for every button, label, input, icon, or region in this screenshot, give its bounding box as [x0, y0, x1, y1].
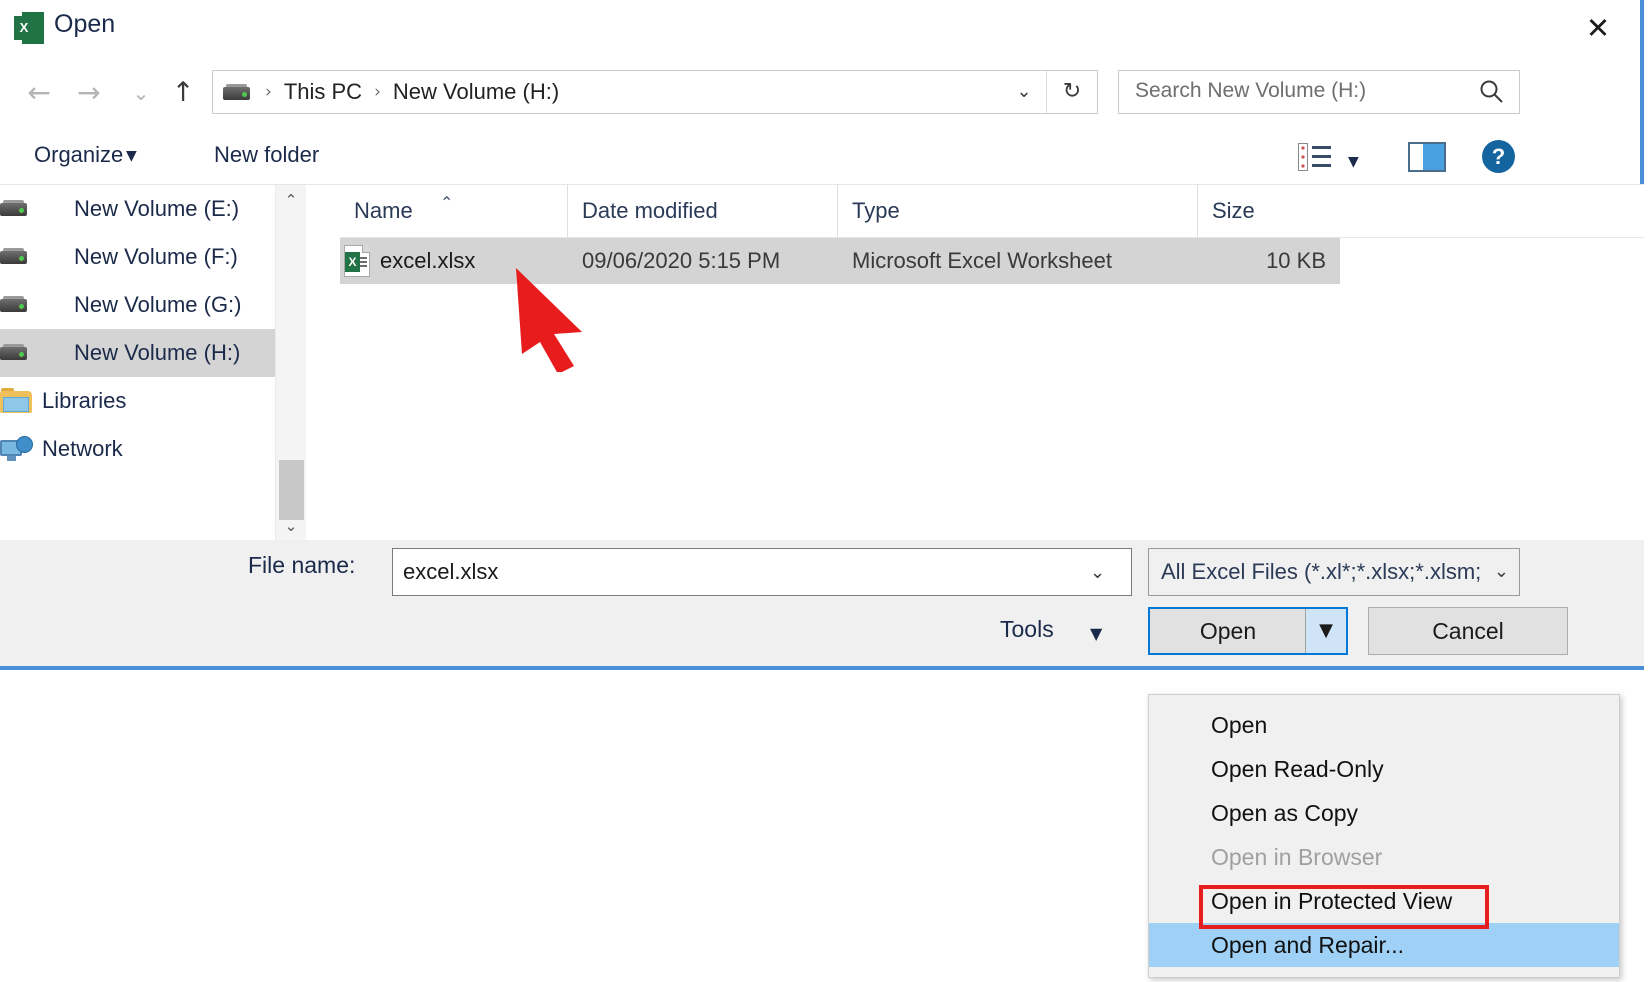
menu-item-open-read-only[interactable]: Open Read-Only — [1149, 747, 1619, 791]
open-button[interactable]: Open ▼ — [1148, 607, 1348, 655]
file-name-cell: X excel.xlsx — [340, 245, 568, 277]
sidebar-item-label: Libraries — [42, 388, 126, 414]
drive-icon — [0, 244, 34, 270]
sidebar-item-label: Network — [42, 436, 123, 462]
sidebar-item-network[interactable]: Network — [0, 425, 306, 473]
open-button-label: Open — [1150, 609, 1306, 653]
open-file-dialog: X Open ✕ ← → ⌄ ↑ › This PC › New Volume … — [0, 0, 1644, 670]
sidebar-item-new-volume-f[interactable]: New Volume (F:) — [0, 233, 306, 281]
navigation-sidebar: New Volume (E:) New Volume (F:) New Volu… — [0, 185, 306, 541]
sidebar-item-label: New Volume (E:) — [74, 196, 239, 222]
chevron-down-icon[interactable]: ⌄ — [1090, 562, 1105, 583]
organize-button[interactable]: Organize — [28, 136, 129, 174]
excel-icon: X — [14, 12, 44, 44]
dialog-title-bar: X Open ✕ — [0, 0, 1640, 58]
menu-item-open-and-repair[interactable]: Open and Repair... — [1149, 923, 1619, 967]
network-icon — [0, 436, 34, 462]
breadcrumb-separator: › — [256, 82, 281, 102]
column-headers: Name ⌃ Date modified Type Size — [340, 185, 1644, 238]
dialog-toolbar: Organize ▼ New folder — [0, 126, 1640, 184]
breadcrumb-this-pc[interactable]: This PC — [281, 79, 365, 105]
scroll-down-icon[interactable]: ⌄ — [276, 511, 306, 541]
recent-locations-icon[interactable]: ⌄ — [118, 70, 164, 116]
refresh-icon[interactable]: ↻ — [1046, 71, 1097, 113]
file-name-label: excel.xlsx — [380, 248, 475, 274]
search-input[interactable]: Search New Volume (H:) — [1118, 70, 1520, 114]
drive-icon — [0, 340, 34, 366]
folder-icon — [0, 388, 34, 414]
menu-item-open-in-browser: Open in Browser — [1149, 835, 1619, 879]
search-icon[interactable] — [1477, 77, 1507, 107]
sidebar-scrollbar[interactable]: ⌃ ⌄ — [275, 185, 306, 541]
breadcrumb-separator: › — [365, 82, 390, 102]
file-name-input[interactable] — [392, 548, 1132, 596]
dialog-footer: File name: ⌄ All Excel Files (*.xl*;*.xl… — [0, 540, 1644, 666]
xlsx-file-icon: X — [344, 245, 370, 277]
file-size-cell: 10 KB — [1198, 248, 1340, 274]
chevron-down-icon[interactable]: ▼ — [1090, 624, 1102, 643]
column-header-type[interactable]: Type — [838, 185, 1198, 237]
file-name-label: File name: — [248, 552, 355, 579]
sidebar-item-new-volume-e[interactable]: New Volume (E:) — [0, 185, 306, 233]
address-bar[interactable]: › This PC › New Volume (H:) ⌄ ↻ — [212, 70, 1098, 114]
drive-icon — [223, 84, 250, 100]
table-row[interactable]: X excel.xlsx 09/06/2020 5:15 PM Microsof… — [340, 238, 1340, 284]
file-type-filter-value: All Excel Files (*.xl*;*.xlsx;*.xlsm; — [1161, 559, 1481, 585]
chevron-down-icon[interactable]: ⌄ — [1003, 71, 1045, 113]
menu-item-open-as-copy[interactable]: Open as Copy — [1149, 791, 1619, 835]
column-header-name[interactable]: Name ⌃ — [340, 185, 568, 237]
close-icon[interactable]: ✕ — [1570, 5, 1626, 51]
preview-pane-icon[interactable] — [1408, 142, 1446, 172]
menu-item-open[interactable]: Open — [1149, 703, 1619, 747]
sort-ascending-icon: ⌃ — [440, 177, 453, 229]
sidebar-item-new-volume-h[interactable]: New Volume (H:) — [0, 329, 306, 377]
file-list: Name ⌃ Date modified Type Size X excel.x… — [340, 185, 1644, 541]
tools-button[interactable]: Tools — [1000, 616, 1054, 643]
chevron-down-icon[interactable]: ▼ — [1348, 154, 1359, 170]
file-type-cell: Microsoft Excel Worksheet — [838, 248, 1198, 274]
help-icon[interactable]: ? — [1482, 140, 1515, 173]
chevron-down-icon[interactable]: ▼ — [126, 148, 137, 164]
up-icon[interactable]: ↑ — [160, 70, 206, 116]
sidebar-item-libraries[interactable]: Libraries — [0, 377, 306, 425]
dialog-title: Open — [54, 10, 115, 39]
file-type-filter-select[interactable]: All Excel Files (*.xl*;*.xlsx;*.xlsm; ⌄ — [1148, 548, 1520, 596]
file-date-cell: 09/06/2020 5:15 PM — [568, 248, 838, 274]
list-view-icon[interactable] — [1298, 142, 1332, 172]
column-header-date-modified[interactable]: Date modified — [568, 185, 838, 237]
sidebar-item-new-volume-g[interactable]: New Volume (G:) — [0, 281, 306, 329]
navigation-bar: ← → ⌄ ↑ › This PC › New Volume (H:) ⌄ ↻ … — [0, 58, 1640, 126]
open-split-dropdown-icon[interactable]: ▼ — [1305, 609, 1346, 653]
search-placeholder: Search New Volume (H:) — [1135, 79, 1366, 103]
cancel-button[interactable]: Cancel — [1368, 607, 1568, 655]
sidebar-item-label: New Volume (G:) — [74, 292, 242, 318]
sidebar-item-label: New Volume (F:) — [74, 244, 238, 270]
breadcrumb: › This PC › New Volume (H:) — [213, 71, 562, 113]
open-dropdown-menu: Open Open Read-Only Open as Copy Open in… — [1148, 694, 1620, 978]
scroll-up-icon[interactable]: ⌃ — [276, 185, 306, 215]
chevron-down-icon: ⌄ — [1494, 561, 1509, 582]
new-folder-button[interactable]: New folder — [208, 136, 325, 174]
sidebar-item-label: New Volume (H:) — [74, 340, 240, 366]
drive-icon — [0, 292, 34, 318]
menu-item-open-in-protected-view[interactable]: Open in Protected View — [1149, 879, 1619, 923]
column-header-label: Name — [354, 198, 413, 223]
column-header-size[interactable]: Size — [1198, 185, 1488, 237]
forward-icon[interactable]: → — [66, 70, 112, 116]
back-icon[interactable]: ← — [16, 70, 62, 116]
dialog-body: New Volume (E:) New Volume (F:) New Volu… — [0, 184, 1644, 541]
drive-icon — [0, 196, 34, 222]
breadcrumb-new-volume-h[interactable]: New Volume (H:) — [390, 79, 562, 105]
